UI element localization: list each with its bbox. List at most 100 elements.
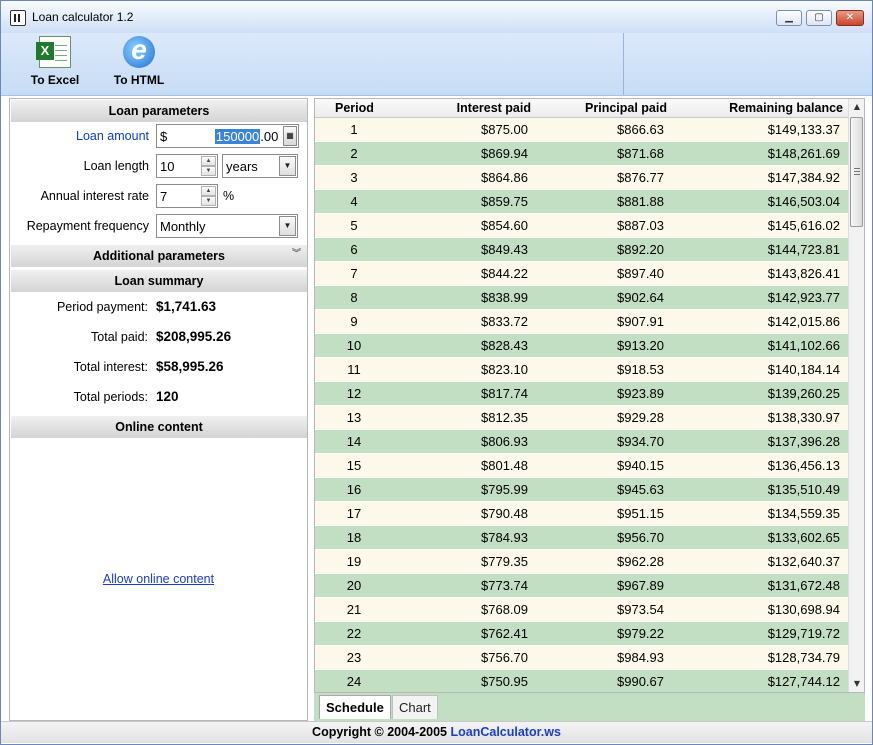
table-row[interactable]: 21 $768.09 $973.54 $130,698.94 (315, 598, 848, 622)
schedule-table: Period Interest paid Principal paid Rema… (314, 98, 865, 693)
column-header-period[interactable]: Period (335, 101, 374, 115)
summary-label: Total interest: (73, 360, 148, 374)
principal-cell: $940.15 (617, 458, 664, 473)
chevron-down-icon[interactable]: ▼ (279, 156, 296, 176)
table-row[interactable]: 1 $875.00 $866.63 $149,133.37 (315, 118, 848, 142)
column-header-interest[interactable]: Interest paid (457, 101, 531, 115)
minimize-button[interactable]: ▁ (776, 10, 802, 26)
tab-chart[interactable]: Chart (392, 695, 438, 719)
maximize-button[interactable]: ▢ (806, 10, 832, 26)
calculator-icon[interactable]: ▦ (283, 126, 297, 146)
period-cell: 22 (346, 626, 362, 641)
period-cell: 16 (346, 482, 362, 497)
table-row[interactable]: 3 $864.86 $876.77 $147,384.92 (315, 166, 848, 190)
principal-cell: $871.68 (617, 146, 664, 161)
interest-rate-input[interactable]: 7 ▲ ▼ (156, 184, 218, 208)
table-row[interactable]: 2 $869.94 $871.68 $148,261.69 (315, 142, 848, 166)
principal-cell: $887.03 (617, 218, 664, 233)
repayment-frequency-label: Repayment frequency (26, 219, 149, 233)
loan-length-spinner[interactable]: ▲ ▼ (201, 156, 216, 176)
currency-prefix: $ (160, 129, 168, 144)
scroll-up-icon[interactable]: ▲ (849, 99, 864, 115)
balance-cell: $137,396.28 (767, 434, 840, 449)
interest-cell: $762.41 (481, 626, 528, 641)
loan-amount-input[interactable]: $ 150000.00 ▦ (156, 124, 299, 148)
balance-cell: $132,640.37 (767, 554, 840, 569)
spin-up-icon[interactable]: ▲ (201, 186, 216, 196)
period-cell: 7 (350, 266, 358, 281)
table-row[interactable]: 17 $790.48 $951.15 $134,559.35 (315, 502, 848, 526)
balance-cell: $131,672.48 (767, 578, 840, 593)
tab-schedule[interactable]: Schedule (319, 695, 391, 719)
view-tabs: Schedule Chart (314, 693, 865, 721)
table-row[interactable]: 8 $838.99 $902.64 $142,923.77 (315, 286, 848, 310)
additional-parameters-header[interactable]: Additional parameters ︾ (11, 245, 307, 267)
interest-rate-spinner[interactable]: ▲ ▼ (201, 186, 216, 206)
table-row[interactable]: 15 $801.48 $940.15 $136,456.13 (315, 454, 848, 478)
repayment-frequency-row: Repayment frequency Monthly ▼ (10, 213, 307, 239)
copyright-text: Copyright © 2004-2005 (312, 725, 451, 739)
expand-chevron-icon[interactable]: ︾ (292, 249, 301, 258)
period-cell: 24 (346, 674, 362, 689)
interest-cell: $869.94 (481, 146, 528, 161)
scroll-thumb[interactable] (850, 117, 863, 227)
interest-cell: $768.09 (481, 602, 528, 617)
title-bar[interactable]: Loan calculator 1.2 ▁ ▢ ✕ (1, 1, 872, 33)
toolbar: To Excel To HTML (1, 33, 872, 96)
table-row[interactable]: 24 $750.95 $990.67 $127,744.12 (315, 670, 848, 692)
table-row[interactable]: 11 $823.10 $918.53 $140,184.14 (315, 358, 848, 382)
balance-cell: $134,559.35 (767, 506, 840, 521)
table-row[interactable]: 6 $849.43 $892.20 $144,723.81 (315, 238, 848, 262)
principal-cell: $967.89 (617, 578, 664, 593)
table-row[interactable]: 16 $795.99 $945.63 $135,510.49 (315, 478, 848, 502)
table-row[interactable]: 4 $859.75 $881.88 $146,503.04 (315, 190, 848, 214)
balance-cell: $144,723.81 (767, 242, 840, 257)
table-row[interactable]: 20 $773.74 $967.89 $131,672.48 (315, 574, 848, 598)
table-row[interactable]: 13 $812.35 $929.28 $138,330.97 (315, 406, 848, 430)
chevron-down-icon[interactable]: ▼ (279, 216, 296, 236)
left-panel: Loan parameters Loan amount $ 150000.00 … (9, 98, 308, 721)
table-row[interactable]: 9 $833.72 $907.91 $142,015.86 (315, 310, 848, 334)
table-row[interactable]: 12 $817.74 $923.89 $139,260.25 (315, 382, 848, 406)
table-row[interactable]: 7 $844.22 $897.40 $143,826.41 (315, 262, 848, 286)
app-window: Loan calculator 1.2 ▁ ▢ ✕ To Excel To HT… (0, 0, 873, 745)
loan-length-unit-select[interactable]: years ▼ (222, 154, 298, 178)
spin-down-icon[interactable]: ▼ (201, 196, 216, 206)
repayment-frequency-select[interactable]: Monthly ▼ (156, 214, 298, 238)
period-cell: 14 (346, 434, 362, 449)
website-link[interactable]: LoanCalculator.ws (450, 725, 560, 739)
interest-cell: $844.22 (481, 266, 528, 281)
period-cell: 17 (346, 506, 362, 521)
close-button[interactable]: ✕ (836, 10, 864, 26)
spin-up-icon[interactable]: ▲ (201, 156, 216, 166)
table-row[interactable]: 14 $806.93 $934.70 $137,396.28 (315, 430, 848, 454)
loan-length-unit: years (226, 159, 258, 174)
period-cell: 3 (350, 170, 358, 185)
allow-online-content-link[interactable]: Allow online content (10, 572, 307, 586)
principal-cell: $979.22 (617, 626, 664, 641)
footer: Copyright © 2004-2005 LoanCalculator.ws (1, 721, 872, 743)
column-header-balance[interactable]: Remaining balance (729, 101, 843, 115)
period-cell: 23 (346, 650, 362, 665)
table-row[interactable]: 5 $854.60 $887.03 $145,616.02 (315, 214, 848, 238)
period-cell: 9 (350, 314, 358, 329)
table-row[interactable]: 10 $828.43 $913.20 $141,102.66 (315, 334, 848, 358)
balance-cell: $143,826.41 (767, 266, 840, 281)
to-excel-button[interactable]: To Excel (23, 36, 87, 94)
balance-cell: $136,456.13 (767, 458, 840, 473)
interest-cell: $801.48 (481, 458, 528, 473)
table-row[interactable]: 18 $784.93 $956.70 $133,602.65 (315, 526, 848, 550)
vertical-scrollbar[interactable]: ▲ ▼ (848, 99, 864, 692)
loan-length-input[interactable]: 10 ▲ ▼ (156, 154, 218, 178)
period-cell: 6 (350, 242, 358, 257)
table-row[interactable]: 22 $762.41 $979.22 $129,719.72 (315, 622, 848, 646)
column-header-principal[interactable]: Principal paid (585, 101, 667, 115)
table-row[interactable]: 19 $779.35 $962.28 $132,640.37 (315, 550, 848, 574)
loan-length-row: Loan length 10 ▲ ▼ years ▼ (10, 153, 307, 179)
table-row[interactable]: 23 $756.70 $984.93 $128,734.79 (315, 646, 848, 670)
scroll-down-icon[interactable]: ▼ (849, 676, 864, 692)
window-title: Loan calculator 1.2 (32, 10, 134, 24)
to-html-button[interactable]: To HTML (107, 34, 171, 94)
summary-value: 120 (156, 389, 179, 404)
spin-down-icon[interactable]: ▼ (201, 166, 216, 176)
